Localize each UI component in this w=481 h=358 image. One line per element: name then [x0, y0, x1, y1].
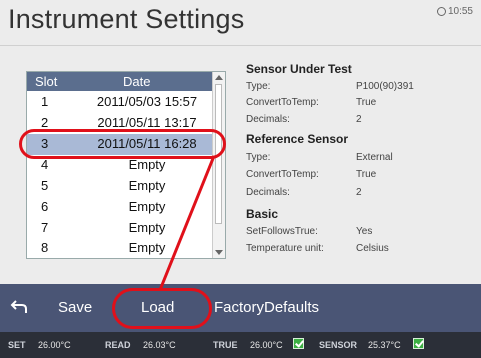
label: Type:: [246, 152, 271, 163]
instrument-settings-screen: Instrument Settings 10:55 Slot Date 1 20…: [0, 0, 481, 358]
slot-list-scrollbar[interactable]: [212, 72, 225, 258]
value: Celsius: [356, 243, 389, 254]
basic-title: Basic: [246, 207, 279, 221]
sensor-under-test-title: Sensor Under Test: [246, 62, 352, 76]
save-button[interactable]: Save: [58, 284, 92, 332]
true-value: 26.00°C: [250, 340, 283, 350]
slot-number: 4: [41, 157, 49, 172]
true-ok-check-icon: [293, 338, 304, 349]
set-value: 26.00°C: [38, 340, 71, 350]
status-bar: SET 26.00°C READ 26.03°C TRUE 26.00°C SE…: [0, 332, 481, 358]
clock: 10:55: [436, 6, 473, 17]
slot-list-header: Slot Date: [27, 72, 213, 91]
label: SetFollowsTrue:: [246, 226, 318, 237]
header-divider: [0, 45, 481, 46]
reference-sensor-title: Reference Sensor: [246, 132, 349, 146]
slot-row-8[interactable]: 8 Empty: [27, 238, 213, 259]
back-arrow-icon[interactable]: [8, 284, 30, 332]
label: Decimals:: [246, 187, 290, 198]
sensor-value: 25.37°C: [368, 340, 401, 350]
value: True: [356, 97, 377, 108]
slot-number: 5: [41, 178, 49, 193]
slot-date: 2011/05/03 15:57: [96, 94, 198, 109]
sensor-label: SENSOR: [319, 340, 358, 350]
sensor-ok-check-icon: [413, 338, 424, 349]
clock-time: 10:55: [447, 6, 473, 17]
slot-row-6[interactable]: 6 Empty: [27, 197, 213, 218]
slot-date: Empty: [128, 157, 166, 172]
label: ConvertToTemp:: [246, 169, 319, 180]
clock-icon: [436, 7, 446, 16]
factory-defaults-button[interactable]: FactoryDefaults: [214, 284, 319, 332]
col-slot-header: Slot: [35, 74, 58, 89]
slot-number: 7: [41, 220, 49, 235]
value: 2: [356, 187, 362, 198]
label: Type:: [246, 81, 271, 92]
label: Decimals:: [246, 114, 290, 125]
slot-list[interactable]: Slot Date 1 2011/05/03 15:57 2 2011/05/1…: [26, 71, 226, 259]
value: P100(90)391: [356, 81, 414, 92]
value: 2: [356, 114, 362, 125]
value: Yes: [356, 226, 373, 237]
selected-slot-highlight-ring: [19, 129, 226, 159]
slot-date: Empty: [128, 199, 166, 214]
col-date-header: Date: [123, 74, 151, 89]
slot-date: Empty: [128, 220, 166, 235]
label: Temperature unit:: [246, 243, 324, 254]
scroll-down-icon[interactable]: [215, 250, 223, 255]
scroll-up-icon[interactable]: [215, 75, 223, 80]
slot-row-1[interactable]: 1 2011/05/03 15:57: [27, 92, 213, 113]
slot-date: Empty: [128, 240, 166, 255]
slot-row-5[interactable]: 5 Empty: [27, 176, 213, 197]
set-label: SET: [8, 340, 26, 350]
load-button-highlight-ring: [112, 288, 212, 329]
true-label: TRUE: [213, 340, 238, 350]
label: ConvertToTemp:: [246, 97, 319, 108]
read-label: READ: [105, 340, 131, 350]
read-value: 26.03°C: [143, 340, 176, 350]
slot-number: 2: [41, 115, 49, 130]
value: True: [356, 169, 377, 180]
page-title: Instrument Settings: [8, 4, 245, 34]
slot-number: 6: [41, 199, 49, 214]
slot-row-7[interactable]: 7 Empty: [27, 218, 213, 239]
slot-date: Empty: [128, 178, 166, 193]
action-toolbar: Save Load FactoryDefaults: [0, 284, 481, 332]
slot-number: 8: [41, 240, 49, 255]
slot-date: 2011/05/11 13:17: [97, 115, 197, 130]
value: External: [356, 152, 393, 163]
slot-number: 1: [41, 94, 49, 109]
